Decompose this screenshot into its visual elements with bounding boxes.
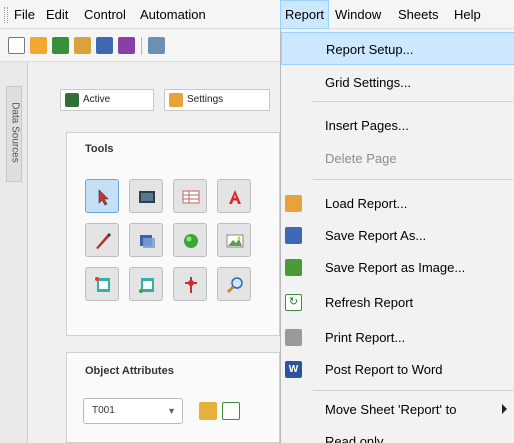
dark-grid-icon bbox=[139, 191, 155, 203]
shape-tool[interactable] bbox=[129, 223, 163, 257]
menu-item-label: Report Setup... bbox=[326, 42, 414, 57]
tab-settings[interactable]: Settings bbox=[164, 89, 270, 111]
picture-icon bbox=[226, 234, 244, 248]
pointer-tool[interactable] bbox=[85, 179, 119, 213]
tab-active[interactable]: Active bbox=[60, 89, 154, 111]
menubar-grip bbox=[4, 7, 8, 23]
menu-item-grid-settings[interactable]: Grid Settings... bbox=[281, 66, 514, 99]
menu-item-load-report[interactable]: Load Report... bbox=[281, 187, 514, 220]
menu-item-save-report-image[interactable]: Save Report as Image... bbox=[281, 251, 514, 284]
save-all-icon[interactable] bbox=[118, 37, 135, 54]
side-strip: Data Sources bbox=[0, 62, 28, 443]
menu-item-label: Delete Page bbox=[325, 151, 397, 166]
document-icon[interactable] bbox=[222, 402, 240, 420]
arrow-pointer-icon bbox=[98, 189, 109, 206]
load-report-icon bbox=[285, 195, 302, 212]
menu-separator bbox=[313, 101, 513, 102]
menu-sheets[interactable]: Sheets bbox=[394, 0, 442, 29]
chevron-down-icon: ▼ bbox=[167, 406, 176, 416]
menu-item-label: Refresh Report bbox=[325, 295, 414, 310]
menu-control[interactable]: Control bbox=[80, 0, 130, 29]
text-a-icon bbox=[229, 190, 241, 204]
menu-item-label: Move Sheet 'Report' to bbox=[325, 402, 457, 417]
line-tool[interactable] bbox=[85, 223, 119, 257]
menu-item-move-sheet[interactable]: Move Sheet 'Report' to bbox=[281, 393, 514, 426]
column-add-icon bbox=[95, 277, 110, 292]
menu-item-label: Print Report... bbox=[325, 330, 406, 345]
image-tool[interactable] bbox=[217, 223, 251, 257]
menu-item-label: Post Report to Word bbox=[325, 362, 443, 377]
tools-panel: Tools bbox=[66, 132, 280, 336]
zoom-tool[interactable] bbox=[217, 267, 251, 301]
table-tool[interactable] bbox=[173, 179, 207, 213]
add-column-tool[interactable] bbox=[85, 267, 119, 301]
open-folder-icon[interactable] bbox=[30, 37, 47, 54]
new-document-icon[interactable] bbox=[8, 37, 25, 54]
menu-item-label: Save Report As... bbox=[325, 228, 427, 243]
menu-item-label: Read only bbox=[325, 434, 384, 443]
lock-icon[interactable] bbox=[199, 402, 217, 420]
tab-active-label: Active bbox=[83, 94, 111, 105]
menu-separator bbox=[313, 390, 513, 391]
object-attributes-title: Object Attributes bbox=[85, 365, 174, 377]
menu-item-insert-pages[interactable]: Insert Pages... bbox=[281, 109, 514, 142]
report-menu: Report Setup... Grid Settings... Insert … bbox=[280, 29, 514, 443]
save-icon[interactable] bbox=[96, 37, 113, 54]
grid-icon bbox=[65, 93, 79, 107]
menu-item-read-only[interactable]: Read only bbox=[281, 425, 514, 443]
pin-icon bbox=[185, 277, 197, 293]
object-select-value: T001 bbox=[92, 405, 115, 416]
toolbar bbox=[0, 29, 280, 62]
menu-automation[interactable]: Automation bbox=[136, 0, 210, 29]
menu-item-print-report[interactable]: Print Report... bbox=[281, 321, 514, 354]
submenu-arrow-icon bbox=[502, 404, 507, 414]
menu-item-label: Grid Settings... bbox=[325, 75, 411, 90]
menu-item-refresh-report[interactable]: ↻ Refresh Report bbox=[281, 286, 514, 319]
open-project-icon[interactable] bbox=[52, 37, 69, 54]
menu-window[interactable]: Window bbox=[331, 0, 385, 29]
menu-edit[interactable]: Edit bbox=[42, 0, 72, 29]
pen-icon bbox=[96, 233, 111, 249]
settings-tab-icon bbox=[169, 93, 183, 107]
word-icon: W bbox=[285, 361, 302, 378]
printer-icon bbox=[285, 329, 302, 346]
ellipse-tool[interactable] bbox=[173, 223, 207, 257]
import-icon[interactable] bbox=[74, 37, 91, 54]
menu-item-label: Load Report... bbox=[325, 196, 408, 211]
menu-item-save-report-as[interactable]: Save Report As... bbox=[281, 219, 514, 252]
refresh-icon: ↻ bbox=[285, 294, 302, 311]
menu-report[interactable]: Report bbox=[280, 0, 330, 29]
marker-tool[interactable] bbox=[173, 267, 207, 301]
data-sources-label: Data Sources bbox=[9, 102, 21, 163]
menu-help[interactable]: Help bbox=[450, 0, 485, 29]
menu-item-label: Save Report as Image... bbox=[325, 260, 466, 275]
data-sources-tab[interactable]: Data Sources bbox=[6, 86, 22, 182]
menu-bar: File Edit Control Automation Report Wind… bbox=[0, 0, 514, 29]
magnifier-icon bbox=[226, 277, 243, 294]
add-row-tool[interactable] bbox=[129, 267, 163, 301]
settings-icon[interactable] bbox=[148, 37, 165, 54]
menu-item-post-to-word[interactable]: W Post Report to Word bbox=[281, 353, 514, 386]
toolbar-separator bbox=[141, 37, 142, 55]
tools-title: Tools bbox=[85, 143, 114, 155]
text-tool[interactable] bbox=[217, 179, 251, 213]
table-icon bbox=[182, 190, 200, 204]
menu-item-label: Insert Pages... bbox=[325, 118, 409, 133]
save-report-icon bbox=[285, 227, 302, 244]
save-image-icon bbox=[285, 259, 302, 276]
object-select[interactable]: T001 ▼ bbox=[83, 398, 183, 424]
menu-item-report-setup[interactable]: Report Setup... bbox=[281, 32, 514, 65]
menu-file[interactable]: File bbox=[10, 0, 39, 29]
row-add-icon bbox=[139, 278, 154, 293]
menu-separator bbox=[313, 179, 513, 180]
circle-icon bbox=[184, 234, 198, 248]
menu-item-delete-page: Delete Page bbox=[281, 142, 514, 175]
chart-tool[interactable] bbox=[129, 179, 163, 213]
tab-settings-label: Settings bbox=[187, 94, 224, 105]
shape-icon bbox=[140, 235, 155, 248]
